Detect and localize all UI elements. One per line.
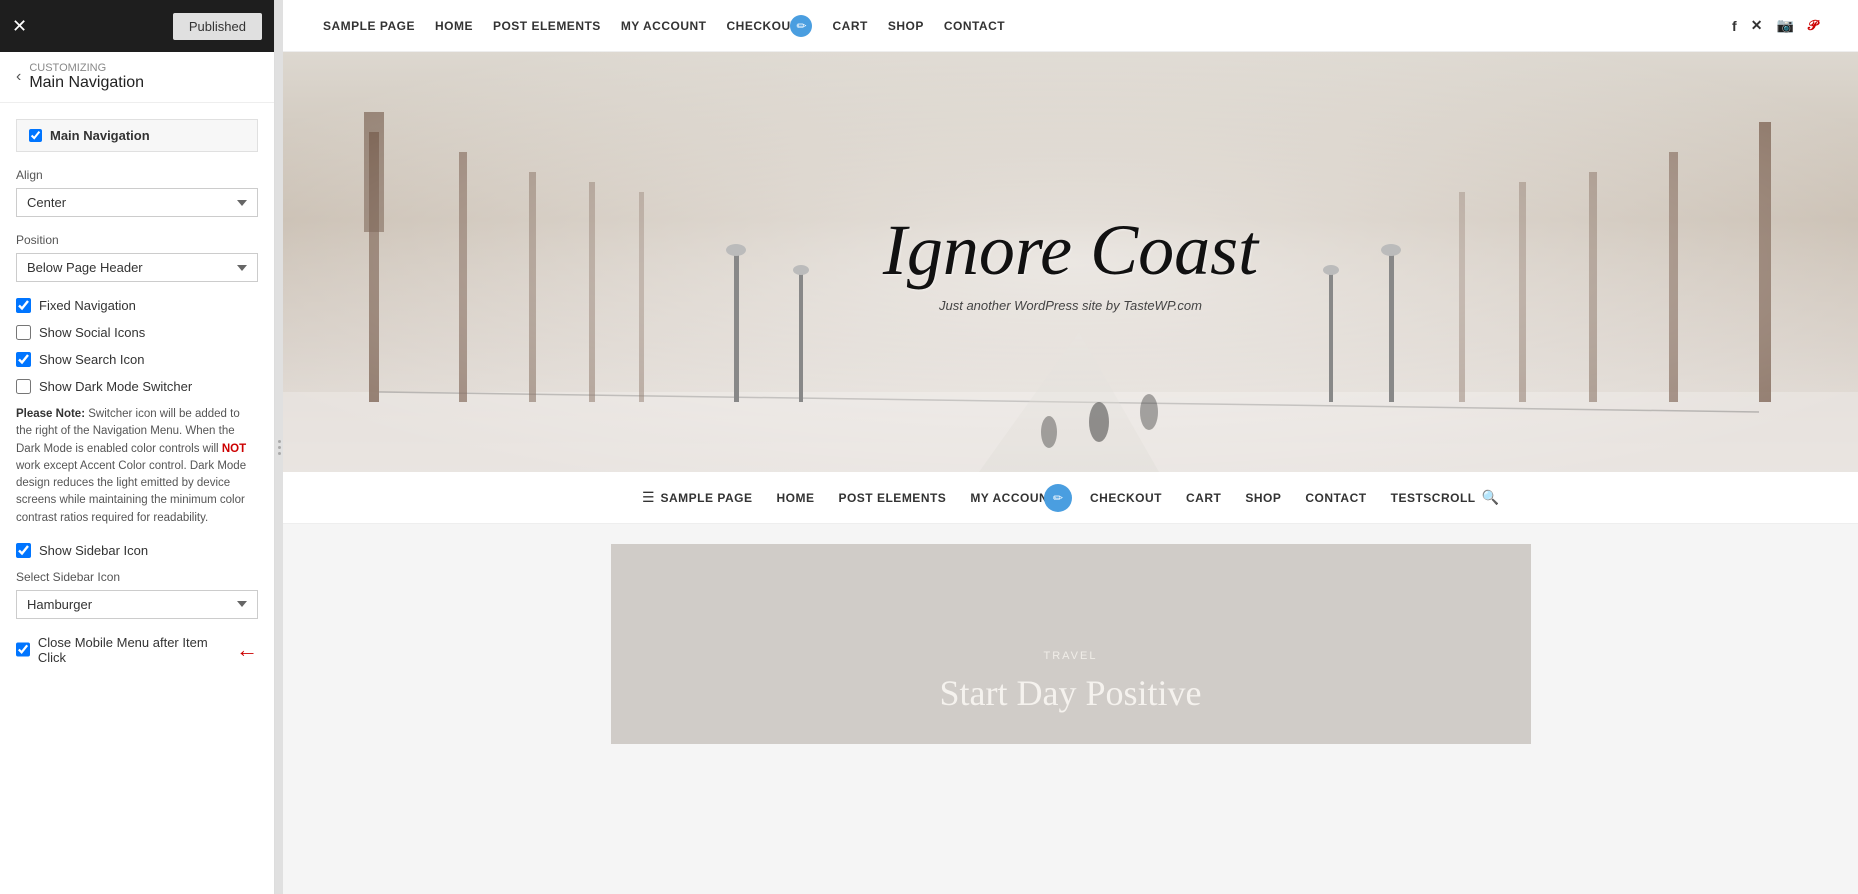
close-mobile-checkbox[interactable]	[16, 642, 30, 657]
checkbox-show-dark: Show Dark Mode Switcher	[16, 379, 258, 394]
section-title: Main Navigation	[29, 74, 144, 92]
note-text: Please Note: Switcher icon will be added…	[16, 406, 258, 527]
fixed-nav-checkbox[interactable]	[16, 298, 31, 313]
content-area: TRAVEL Start Day Positive	[283, 524, 1858, 894]
twitter-icon[interactable]: ✕	[1751, 17, 1763, 34]
second-nav-sample-wrapper: ☰ SAMPLE PAGE	[642, 489, 753, 506]
panel-section-label: Main Navigation	[50, 128, 150, 143]
hamburger-icon: ☰	[642, 489, 655, 506]
show-search-label: Show Search Icon	[39, 352, 145, 367]
checkbox-show-search: Show Search Icon	[16, 352, 258, 367]
resize-handle[interactable]	[275, 0, 283, 894]
resize-dots	[278, 440, 281, 455]
sidebar-header-titles: Customizing Main Navigation	[29, 62, 144, 92]
close-mobile-label: Close Mobile Menu after Item Click	[38, 635, 224, 665]
close-button[interactable]: ✕	[12, 17, 27, 35]
sidebar-header: ‹ Customizing Main Navigation	[0, 52, 274, 103]
edit-pencil-checkout[interactable]: ✏	[790, 15, 812, 37]
panel-section-main-nav: Main Navigation	[16, 119, 258, 152]
top-nav-home[interactable]: HOME	[435, 19, 473, 33]
sidebar-top-bar: ✕ Published	[0, 0, 274, 52]
top-nav-my-account[interactable]: MY ACCOUNT	[621, 19, 707, 33]
search-icon[interactable]: 🔍	[1482, 489, 1499, 506]
panel-section-checkbox[interactable]	[29, 129, 42, 142]
top-nav-contact[interactable]: CONTACT	[944, 19, 1005, 33]
pinterest-icon[interactable]: 𝒫	[1808, 17, 1818, 34]
second-nav-contact[interactable]: CONTACT	[1305, 491, 1366, 505]
align-select[interactable]: Center Left Right	[16, 188, 258, 217]
show-dark-label: Show Dark Mode Switcher	[39, 379, 192, 394]
pencil-icon: ✏	[796, 19, 806, 33]
position-field: Position Below Page Header Above Page He…	[16, 233, 258, 282]
top-nav-checkout[interactable]: CHECKOUT	[726, 19, 798, 33]
second-nav-shop[interactable]: SHOP	[1245, 491, 1281, 505]
second-nav: ☰ SAMPLE PAGE HOME POST ELEMENTS MY ACCO…	[283, 472, 1858, 524]
back-button[interactable]: ‹	[16, 68, 21, 86]
show-dark-checkbox[interactable]	[16, 379, 31, 394]
card-title: Start Day Positive	[940, 672, 1202, 714]
top-nav-links: SAMPLE PAGE HOME POST ELEMENTS MY ACCOUN…	[323, 19, 1005, 33]
sidebar-icon-label: Select Sidebar Icon	[16, 570, 258, 584]
second-nav-cart[interactable]: CART	[1186, 491, 1221, 505]
align-label: Align	[16, 168, 258, 182]
hero-title: Ignore Coast	[883, 211, 1258, 290]
sidebar-icon-select[interactable]: Hamburger Menu Dots	[16, 590, 258, 619]
checkbox-close-mobile: Close Mobile Menu after Item Click ←	[16, 635, 258, 665]
instagram-icon[interactable]: 📷	[1776, 17, 1793, 34]
checkbox-show-social: Show Social Icons	[16, 325, 258, 340]
red-arrow-indicator: ←	[236, 637, 258, 663]
facebook-icon[interactable]: f	[1732, 18, 1737, 34]
second-nav-home[interactable]: HOME	[776, 491, 814, 505]
show-sidebar-label: Show Sidebar Icon	[39, 543, 148, 558]
show-sidebar-checkbox[interactable]	[16, 543, 31, 558]
top-nav-post-elements[interactable]: POST ELEMENTS	[493, 19, 601, 33]
checkbox-fixed-nav: Fixed Navigation	[16, 298, 258, 313]
main-content: SAMPLE PAGE HOME POST ELEMENTS MY ACCOUN…	[283, 0, 1858, 894]
checkbox-show-sidebar: Show Sidebar Icon	[16, 543, 258, 558]
top-nav-sample-page[interactable]: SAMPLE PAGE	[323, 19, 415, 33]
show-social-checkbox[interactable]	[16, 325, 31, 340]
card-category: TRAVEL	[1044, 650, 1098, 662]
second-nav-sample-page[interactable]: SAMPLE PAGE	[661, 491, 753, 505]
top-nav: SAMPLE PAGE HOME POST ELEMENTS MY ACCOUN…	[283, 0, 1858, 52]
hero-section: Ignore Coast Just another WordPress site…	[283, 52, 1858, 472]
note-box: Please Note: Switcher icon will be added…	[16, 406, 258, 527]
sidebar-icon-field: Select Sidebar Icon Hamburger Menu Dots	[16, 570, 258, 619]
second-nav-checkout[interactable]: CHECKOUT	[1090, 491, 1162, 505]
published-button[interactable]: Published	[173, 13, 262, 40]
top-nav-cart[interactable]: CART	[832, 19, 867, 33]
position-select[interactable]: Below Page Header Above Page Header	[16, 253, 258, 282]
pencil-icon-2: ✏	[1053, 491, 1063, 505]
fixed-nav-label: Fixed Navigation	[39, 298, 136, 313]
top-nav-shop[interactable]: SHOP	[888, 19, 924, 33]
featured-card: TRAVEL Start Day Positive	[611, 544, 1531, 744]
position-label: Position	[16, 233, 258, 247]
show-search-checkbox[interactable]	[16, 352, 31, 367]
hero-subtitle: Just another WordPress site by TasteWP.c…	[883, 298, 1258, 313]
edit-dot-my-account[interactable]: ✏	[1044, 484, 1072, 512]
second-nav-testscroll[interactable]: TESTSCROLL	[1391, 491, 1476, 505]
top-nav-social: f ✕ 📷 𝒫	[1732, 17, 1818, 34]
align-field: Align Center Left Right	[16, 168, 258, 217]
hero-text: Ignore Coast Just another WordPress site…	[883, 211, 1258, 313]
second-nav-testscroll-wrapper: TESTSCROLL 🔍	[1391, 489, 1499, 506]
customizing-breadcrumb: Customizing	[29, 62, 144, 74]
customizer-sidebar: ✕ Published ‹ Customizing Main Navigatio…	[0, 0, 275, 894]
second-nav-myaccount-wrapper: MY ACCOUNT ✏	[970, 491, 1056, 505]
show-social-label: Show Social Icons	[39, 325, 145, 340]
second-nav-post-elements[interactable]: POST ELEMENTS	[838, 491, 946, 505]
sidebar-content: Main Navigation Align Center Left Right …	[0, 103, 274, 894]
